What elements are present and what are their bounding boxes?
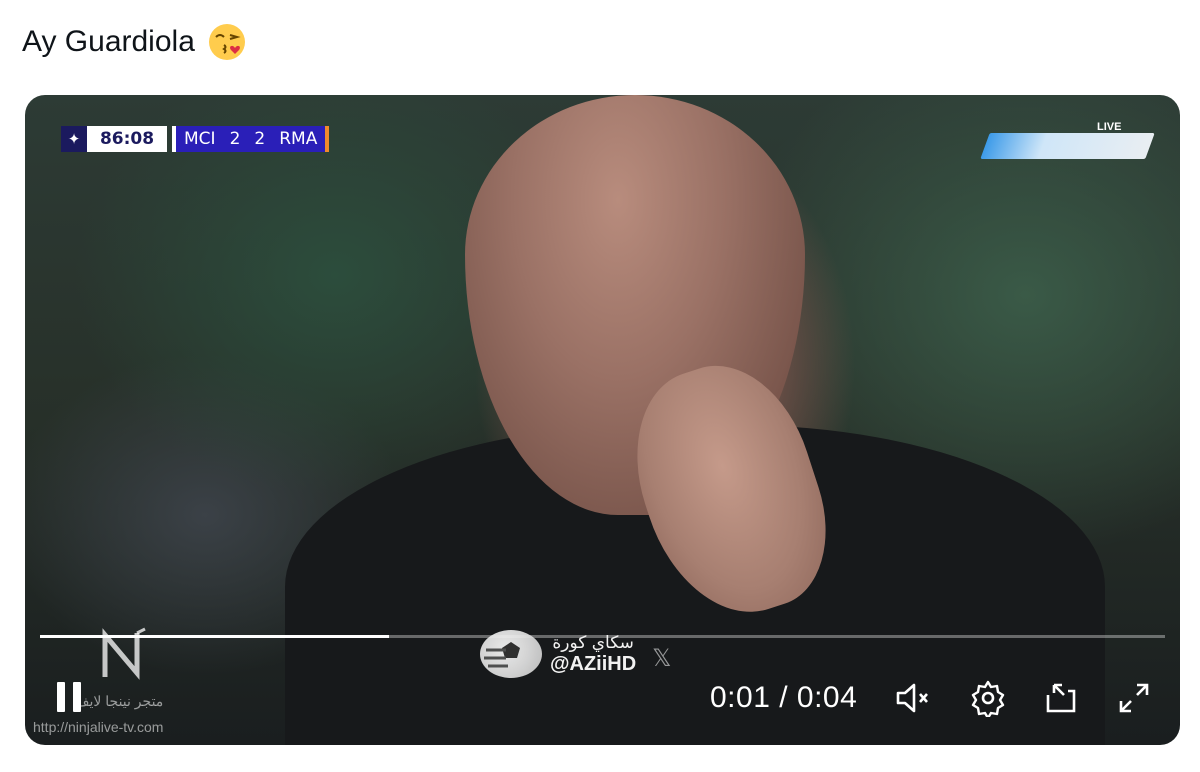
away-team: RMA	[279, 129, 318, 149]
time-display: 0:01 / 0:04	[710, 681, 858, 714]
mute-icon[interactable]	[893, 679, 931, 717]
pause-icon[interactable]	[53, 680, 87, 714]
pip-icon[interactable]	[1042, 679, 1080, 717]
home-team: MCI	[184, 129, 216, 149]
tweet-text-label: Ay Guardiola	[22, 25, 195, 58]
champions-league-icon: ✦	[61, 126, 87, 152]
face-blowing-kiss-icon	[207, 22, 247, 62]
fullscreen-icon[interactable]	[1115, 679, 1153, 717]
tweet-text: Ay Guardiola	[22, 22, 247, 62]
ninja-logo-icon	[97, 625, 157, 685]
live-label: LIVE	[1097, 121, 1122, 133]
store-watermark: متجر نينجا لايف	[75, 693, 164, 709]
video-progress-fill	[40, 635, 389, 638]
home-score: 2	[229, 129, 241, 149]
channel-handle: @AZiiHD	[550, 652, 637, 675]
match-clock: 86:08	[87, 126, 167, 152]
football-logo-icon	[480, 630, 542, 678]
live-broadcast-badge	[980, 133, 1155, 159]
score-teams: MCI 2 2 RMA	[172, 126, 330, 152]
x-logo-icon: 𝕏	[652, 644, 672, 672]
away-score: 2	[254, 129, 266, 149]
settings-gear-icon[interactable]	[969, 679, 1007, 720]
scorebug: ✦ 86:08 MCI 2 2 RMA	[61, 125, 330, 153]
url-watermark: http://ninjalive-tv.com	[33, 719, 164, 735]
video-player[interactable]: ✦ 86:08 MCI 2 2 RMA LIVE متجر نينجا لايف…	[25, 95, 1180, 745]
arabic-channel-name: سكاي كورة	[552, 632, 634, 653]
channel-watermark: سكاي كورة @AZiiHD 𝕏	[480, 630, 672, 678]
